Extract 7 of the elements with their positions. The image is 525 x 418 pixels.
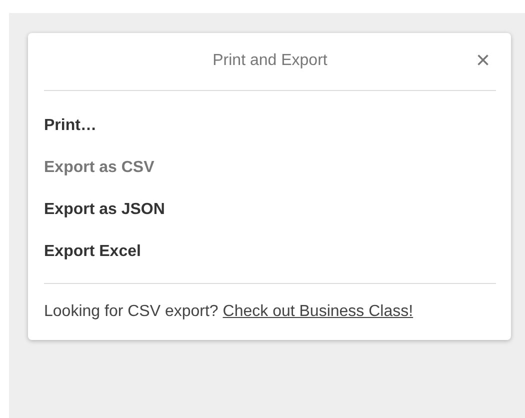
upgrade-link[interactable]: Check out Business Class!	[222, 303, 414, 320]
menu-item[interactable]: Export Excel	[44, 241, 141, 263]
close-button[interactable]: ×	[476, 49, 490, 73]
footer-text: Looking for CSV export? Check out Business Class!	[44, 302, 414, 322]
menu-item[interactable]: Print…	[44, 115, 96, 137]
dialog-title: Print and Export	[212, 52, 328, 70]
menu-item[interactable]: Export as JSON	[44, 199, 165, 221]
